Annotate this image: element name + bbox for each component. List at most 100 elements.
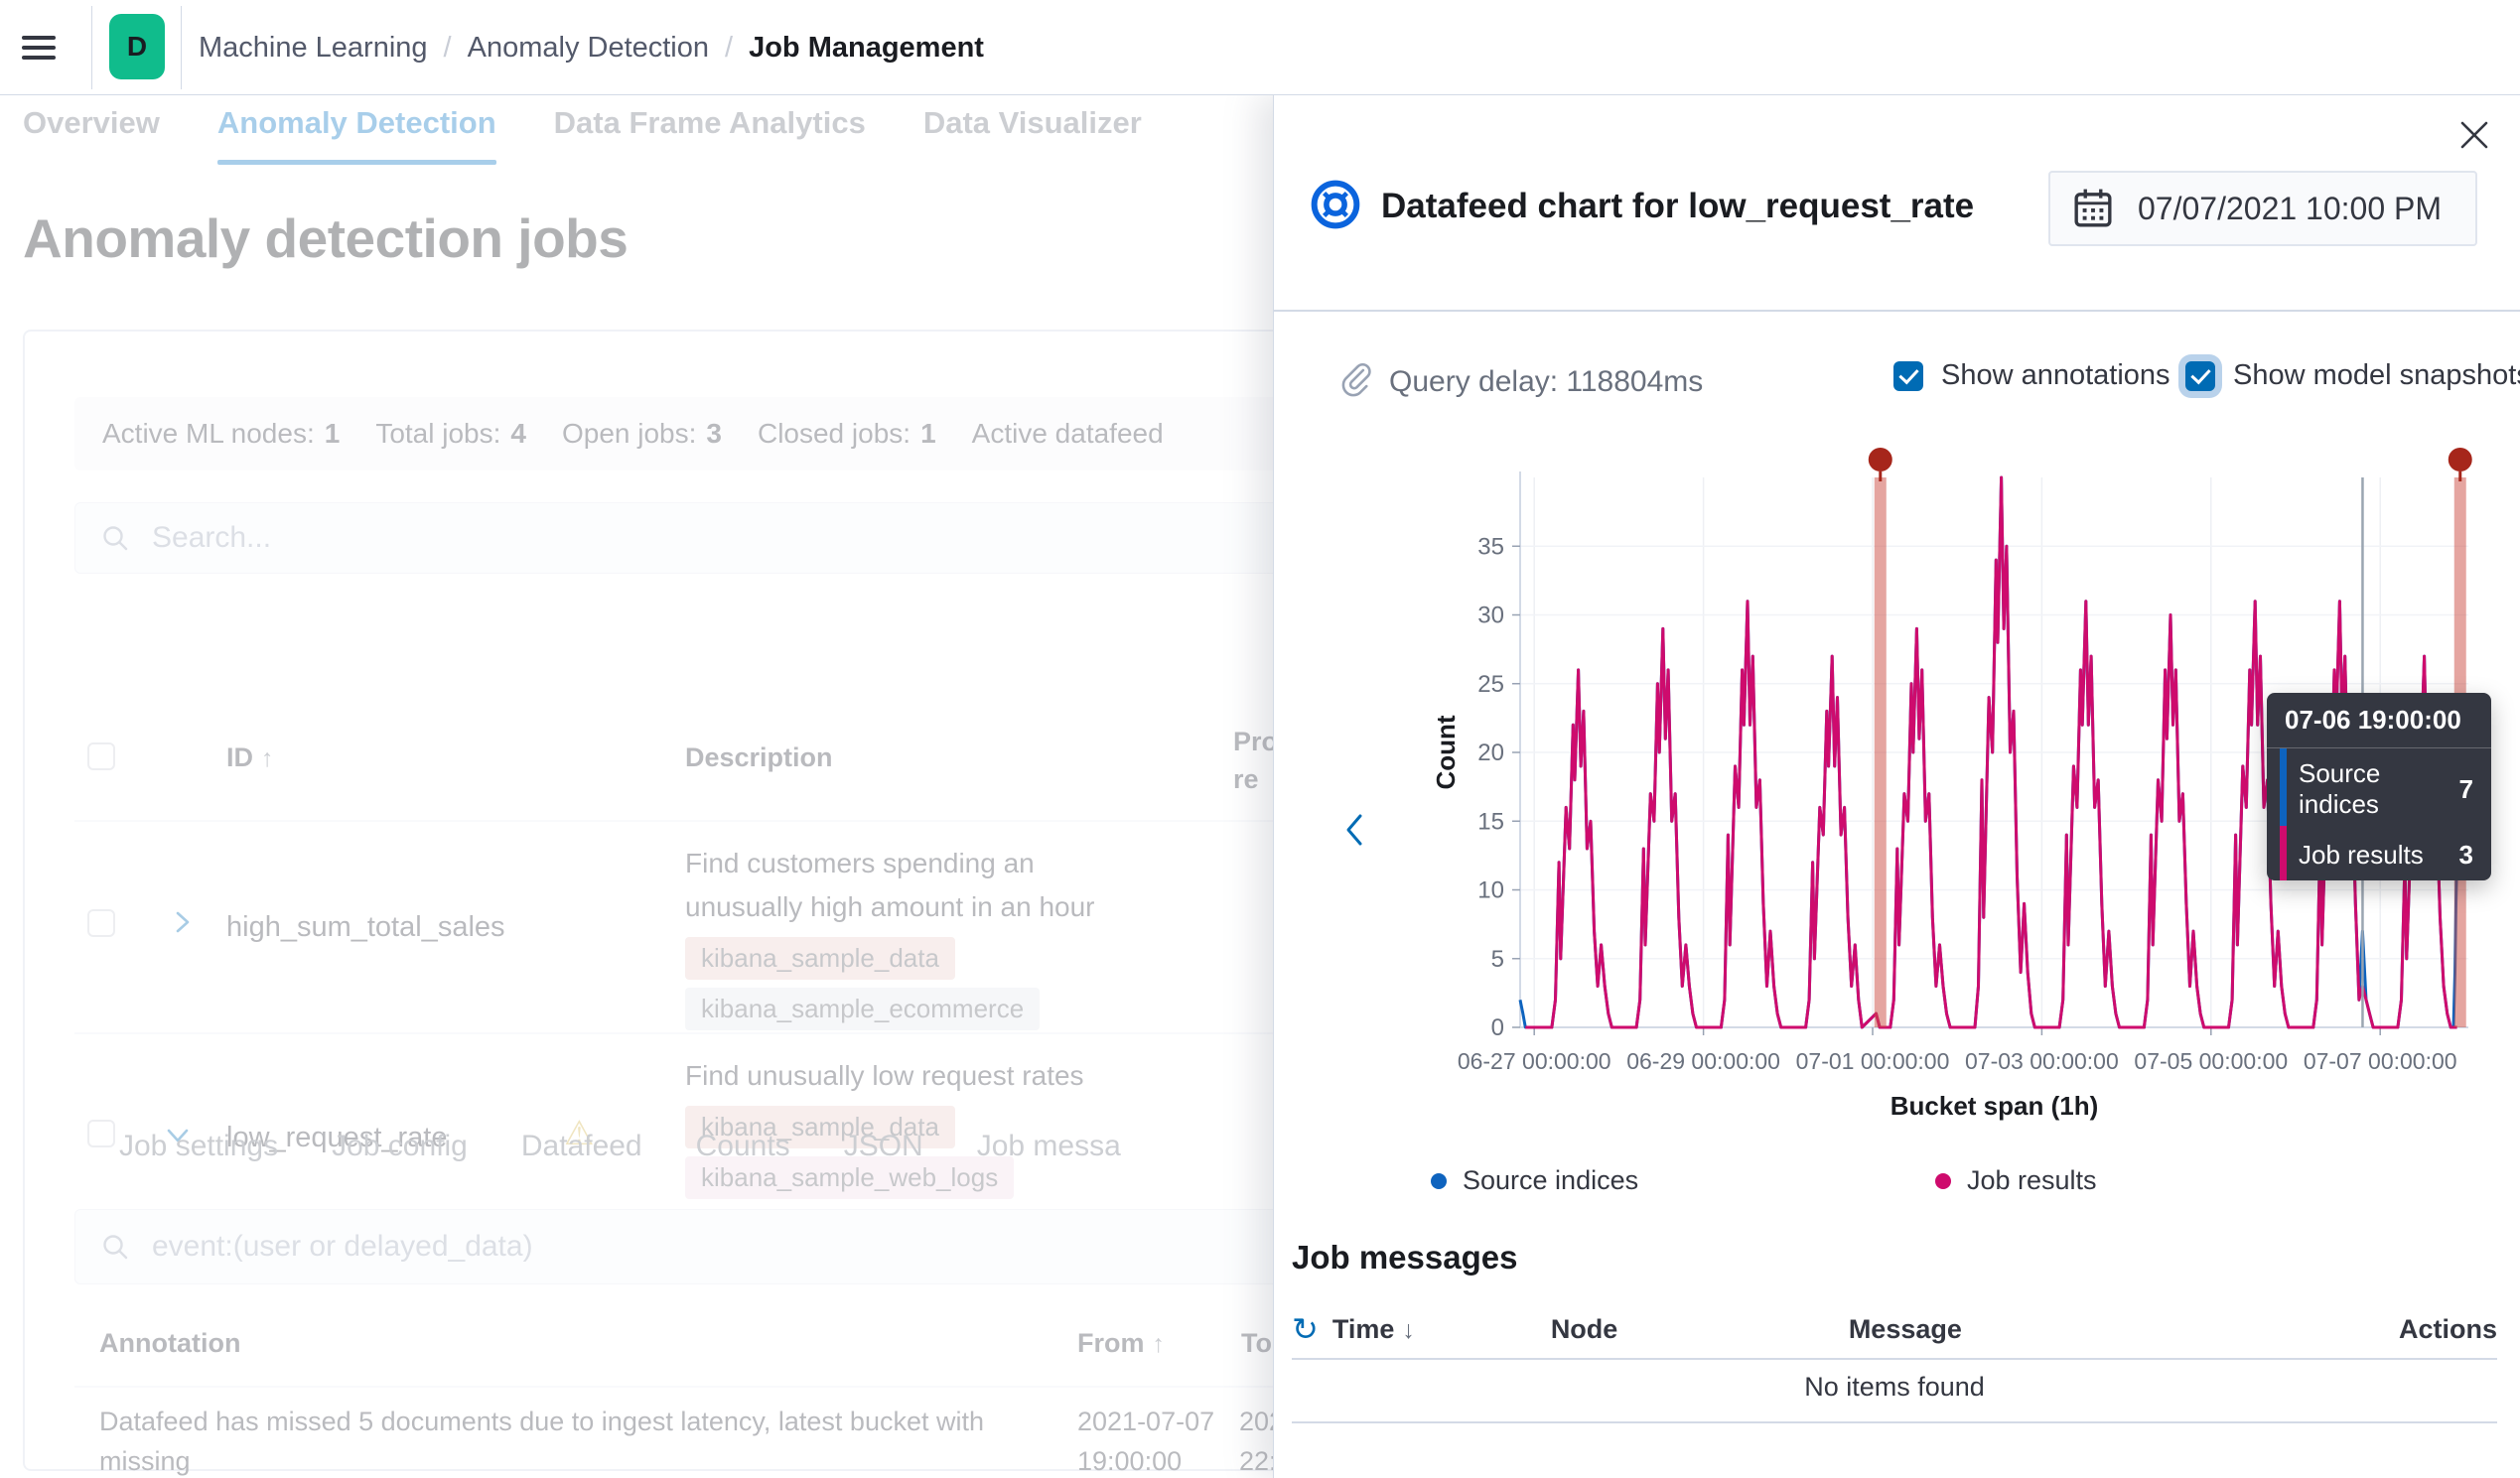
svg-text:15: 15	[1477, 808, 1504, 835]
svg-text:06-29 00:00:00: 06-29 00:00:00	[1626, 1048, 1780, 1074]
row-checkbox[interactable]	[87, 909, 115, 937]
svg-text:0: 0	[1491, 1014, 1504, 1041]
table-divider	[74, 1386, 1273, 1388]
tab-job-messages[interactable]: Job messa	[977, 1130, 1121, 1163]
tab-counts[interactable]: Counts	[696, 1130, 790, 1163]
job-description: Find unusually low request rates	[685, 1054, 1084, 1098]
stat-total-jobs: Total jobs:4	[375, 418, 526, 450]
tab-job-config[interactable]: Job config	[332, 1130, 468, 1163]
tab-data-visualizer[interactable]: Data Visualizer	[923, 105, 1142, 157]
row-checkbox[interactable]	[87, 1120, 115, 1147]
show-annotations-checkbox[interactable]	[1893, 361, 1923, 391]
job-group-badges: kibana_sample_data kibana_sample_ecommer…	[685, 937, 1040, 1038]
col-header-annotation[interactable]: Annotation	[99, 1328, 240, 1359]
flyout-title: Datafeed chart for low_request_rate	[1381, 187, 1974, 226]
tab-anomaly-detection[interactable]: Anomaly Detection	[217, 105, 496, 157]
legend-dot-source-indices	[1431, 1173, 1447, 1189]
table-divider	[1292, 1421, 2497, 1423]
group-badge[interactable]: kibana_sample_data	[685, 937, 955, 980]
col-header-node[interactable]: Node	[1551, 1314, 1849, 1345]
chevron-right-icon[interactable]	[167, 907, 197, 937]
tooltip-series-color	[2280, 748, 2287, 830]
svg-text:5: 5	[1491, 946, 1504, 973]
col-header-processed-line2: re	[1233, 764, 1259, 795]
paperclip-icon	[1337, 361, 1373, 397]
legend-job-results[interactable]: Job results	[1935, 1165, 2097, 1196]
svg-text:07-05 00:00:00: 07-05 00:00:00	[2134, 1048, 2288, 1074]
date-picker[interactable]: 07/07/2021 10:00 PM	[2048, 171, 2477, 246]
jobs-search-input[interactable]	[152, 521, 1046, 555]
jobs-search[interactable]	[74, 502, 1273, 574]
legend-source-indices[interactable]: Source indices	[1431, 1165, 1638, 1196]
top-header: D Machine Learning / Anomaly Detection /…	[0, 0, 2520, 95]
col-header-actions: Actions	[2399, 1314, 2497, 1345]
breadcrumb-job-management: Job Management	[749, 32, 984, 65]
datafeed-chart-icon	[1308, 177, 1363, 232]
col-header-to[interactable]: To	[1241, 1328, 1272, 1359]
select-all-checkbox[interactable]	[87, 742, 115, 770]
event-search-input[interactable]	[152, 1230, 1046, 1264]
tooltip-row-source-indices: Source indices 7	[2267, 748, 2491, 830]
job-id[interactable]: high_sum_total_sales	[226, 911, 505, 944]
breadcrumb-anomaly-detection[interactable]: Anomaly Detection	[468, 32, 709, 65]
table-divider	[74, 820, 1273, 822]
header-divider	[181, 6, 182, 89]
menu-icon[interactable]	[22, 30, 60, 66]
date-picker-value: 07/07/2021 10:00 PM	[2138, 191, 2442, 227]
tab-data-frame-analytics[interactable]: Data Frame Analytics	[554, 105, 866, 157]
col-header-message[interactable]: Message	[1849, 1314, 2399, 1345]
show-model-snapshots-label: Show model snapshots	[2233, 359, 2520, 392]
show-model-snapshots-checkbox[interactable]	[2185, 361, 2215, 391]
annotation-to: 2021- 22:00	[1239, 1402, 1273, 1478]
job-messages-header: ↻ Time↓ Node Message Actions	[1292, 1310, 2497, 1348]
col-header-description[interactable]: Description	[685, 742, 833, 773]
flyout-divider	[1274, 310, 2520, 312]
refresh-icon[interactable]: ↻	[1292, 1310, 1319, 1348]
row-divider	[74, 1032, 1273, 1034]
col-header-from[interactable]: From↑	[1077, 1328, 1165, 1359]
close-icon[interactable]	[2454, 115, 2494, 155]
breadcrumb-machine-learning[interactable]: Machine Learning	[199, 32, 428, 65]
background-page: Overview Anomaly Detection Data Frame An…	[0, 95, 1273, 1478]
col-header-id[interactable]: ID↑	[226, 742, 274, 773]
show-annotations-label: Show annotations	[1941, 359, 2170, 392]
svg-text:07-01 00:00:00: 07-01 00:00:00	[1796, 1048, 1950, 1074]
header-divider	[91, 6, 92, 89]
tooltip-row-job-results: Job results 3	[2267, 830, 2491, 880]
stat-active-ml-nodes: Active ML nodes:1	[102, 418, 340, 450]
datafeed-chart-flyout: Datafeed chart for low_request_rate 07/0…	[1273, 95, 2520, 1478]
search-icon	[100, 523, 130, 553]
stat-closed-jobs: Closed jobs:1	[758, 418, 936, 450]
col-header-time[interactable]: Time↓	[1332, 1314, 1551, 1345]
tooltip-timestamp: 07-06 19:00:00	[2267, 693, 2491, 747]
tab-overview[interactable]: Overview	[23, 105, 160, 157]
tooltip-series-color	[2280, 826, 2287, 880]
svg-text:35: 35	[1477, 533, 1504, 560]
group-badge[interactable]: kibana_sample_ecommerce	[685, 988, 1040, 1030]
empty-table-message: No items found	[1292, 1372, 2497, 1403]
previous-chart-button[interactable]	[1333, 808, 1377, 852]
annotation-text: Datafeed has missed 5 documents due to i…	[99, 1402, 1052, 1478]
sort-asc-icon: ↑	[261, 744, 274, 772]
legend-dot-job-results	[1935, 1173, 1951, 1189]
breadcrumb: Machine Learning / Anomaly Detection / J…	[199, 0, 984, 95]
page-title: Anomaly detection jobs	[23, 206, 628, 270]
tab-json[interactable]: JSON	[844, 1130, 923, 1163]
svg-text:07-03 00:00:00: 07-03 00:00:00	[1965, 1048, 2119, 1074]
search-icon	[100, 1232, 130, 1262]
calendar-icon	[2072, 187, 2114, 230]
tab-datafeed[interactable]: Datafeed	[521, 1130, 642, 1163]
svg-text:07-07 00:00:00: 07-07 00:00:00	[2304, 1048, 2457, 1074]
svg-text:10: 10	[1477, 877, 1504, 904]
chart-tooltip: 07-06 19:00:00 Source indices 7 Job resu…	[2267, 693, 2491, 880]
ml-tabs: Overview Anomaly Detection Data Frame An…	[23, 95, 1142, 167]
col-header-processed[interactable]: Proc	[1233, 727, 1273, 757]
event-search[interactable]	[74, 1209, 1273, 1284]
job-detail-tabs: Job settings Job config Datafeed Counts …	[119, 1130, 1121, 1163]
query-delay-label: Query delay: 118804ms	[1389, 365, 1703, 399]
show-model-snapshots-control: Show model snapshots	[2185, 359, 2520, 392]
space-avatar[interactable]: D	[109, 14, 165, 79]
tab-job-settings[interactable]: Job settings	[119, 1130, 278, 1163]
sort-desc-icon: ↓	[1402, 1316, 1415, 1344]
svg-text:30: 30	[1477, 603, 1504, 629]
